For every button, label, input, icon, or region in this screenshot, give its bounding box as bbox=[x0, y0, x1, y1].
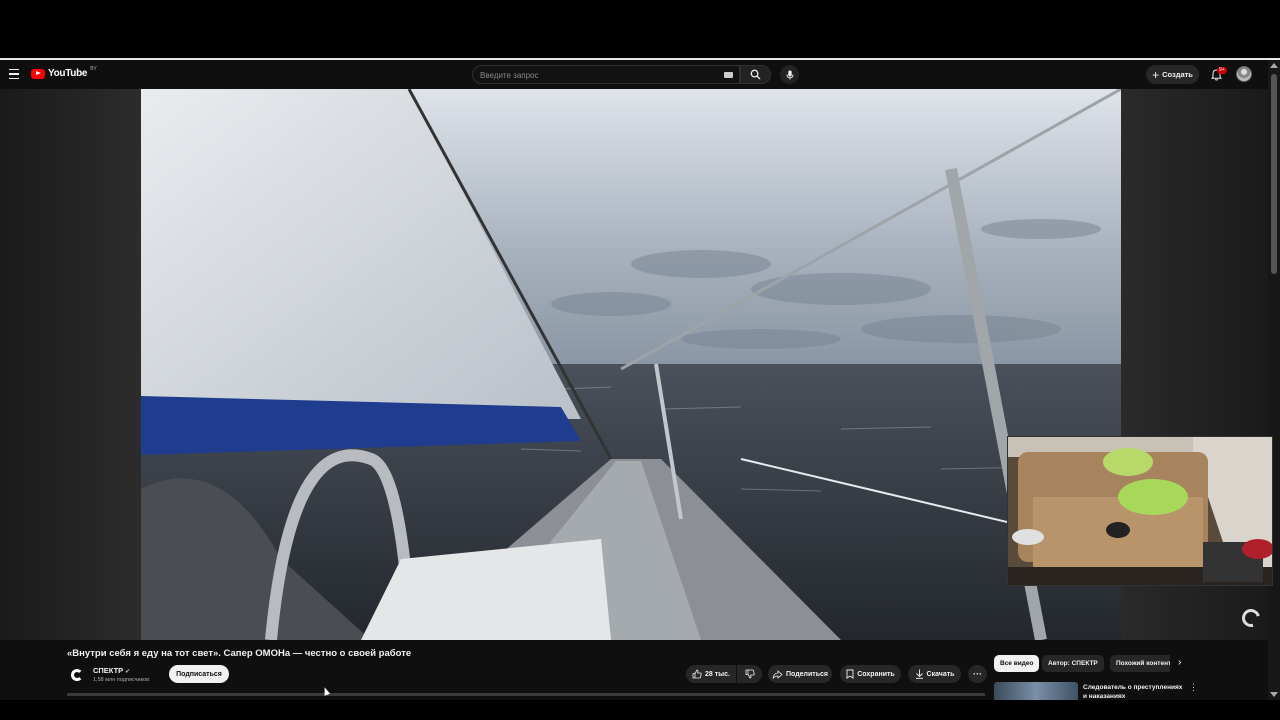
more-actions-button[interactable]: ··· bbox=[968, 665, 987, 683]
download-label: Скачать bbox=[926, 670, 955, 678]
page-scrollbar[interactable] bbox=[1268, 60, 1280, 700]
share-icon bbox=[772, 669, 783, 679]
video-player[interactable] bbox=[0, 89, 1273, 640]
youtube-logo[interactable]: YouTube BY bbox=[31, 65, 97, 79]
loading-spinner-icon bbox=[1238, 605, 1264, 631]
create-label: Создать bbox=[1162, 70, 1193, 79]
save-label: Сохранить bbox=[857, 670, 895, 678]
picture-in-picture-overlay[interactable] bbox=[1007, 436, 1273, 586]
recommendation-title[interactable]: Следователь о преступлениях bbox=[1083, 683, 1187, 692]
verified-icon: ✔ bbox=[125, 669, 131, 675]
save-button[interactable]: Сохранить bbox=[840, 665, 901, 683]
download-button[interactable]: Скачать bbox=[908, 665, 961, 683]
video-info-bar: «Внутри себя я еду на тот свет». Сапер О… bbox=[0, 640, 1268, 700]
chip-all-videos[interactable]: Все видео bbox=[994, 655, 1040, 672]
top-black-band bbox=[0, 0, 1280, 58]
video-title: «Внутри себя я еду на тот свет». Сапер О… bbox=[67, 648, 412, 659]
youtube-logo-icon bbox=[31, 68, 45, 79]
channel-logo-icon bbox=[70, 668, 83, 681]
menu-icon[interactable] bbox=[6, 66, 22, 82]
video-frame-image bbox=[141, 89, 1121, 640]
chip-related[interactable]: Похожий контент bbox=[1110, 655, 1170, 672]
download-icon bbox=[915, 669, 923, 679]
subscribe-button[interactable]: Подписаться bbox=[169, 665, 229, 683]
scroll-down-arrow-icon[interactable] bbox=[1270, 692, 1278, 697]
logo-country-code: BY bbox=[90, 65, 97, 72]
video-frame[interactable] bbox=[141, 89, 1121, 640]
channel-name[interactable]: СПЕКТР bbox=[93, 666, 123, 675]
search-button[interactable] bbox=[740, 65, 771, 84]
subscriber-count: 1,58 млн подписчиков bbox=[93, 677, 150, 683]
keyboard-icon[interactable] bbox=[724, 72, 733, 78]
recommendation-chips: Все видео Автор: СПЕКТР Похожий контент bbox=[994, 655, 1170, 673]
thumb-down-icon bbox=[745, 669, 755, 679]
thumb-up-icon bbox=[692, 669, 702, 679]
voice-search-button[interactable] bbox=[780, 65, 799, 84]
masthead: YouTube BY + Создать 9+ bbox=[0, 60, 1268, 89]
recommendation-menu-icon[interactable]: ⋮ bbox=[1189, 682, 1198, 693]
recommendation-thumbnail[interactable] bbox=[994, 682, 1078, 700]
channel-name-row[interactable]: СПЕКТР ✔ bbox=[93, 666, 130, 675]
create-button[interactable]: + Создать bbox=[1146, 65, 1199, 84]
like-count: 28 тыс. bbox=[705, 670, 730, 678]
search-input[interactable] bbox=[480, 69, 720, 81]
share-label: Поделиться bbox=[785, 670, 828, 678]
search-icon bbox=[750, 69, 761, 80]
dislike-button[interactable] bbox=[737, 665, 762, 683]
share-button[interactable]: Поделиться bbox=[768, 665, 832, 683]
channel-avatar[interactable] bbox=[67, 665, 86, 684]
chevron-right-icon[interactable]: › bbox=[1178, 657, 1181, 668]
logo-text: YouTube bbox=[48, 68, 88, 79]
bookmark-icon bbox=[846, 669, 854, 679]
plus-icon: + bbox=[1152, 67, 1160, 82]
scroll-thumb[interactable] bbox=[1271, 74, 1277, 274]
scroll-up-arrow-icon[interactable] bbox=[1270, 63, 1278, 68]
notification-badge: 9+ bbox=[1217, 67, 1227, 74]
notifications-button[interactable]: 9+ bbox=[1207, 65, 1227, 84]
page-divider bbox=[67, 693, 985, 696]
account-avatar[interactable] bbox=[1236, 66, 1252, 82]
recommendation-title-line2[interactable]: и наказаниях bbox=[1083, 693, 1187, 700]
chip-channel[interactable]: Автор: СПЕКТР bbox=[1042, 655, 1104, 672]
mic-icon bbox=[786, 70, 793, 80]
pip-image bbox=[1008, 437, 1272, 585]
search-box bbox=[472, 65, 740, 84]
bottom-black-band bbox=[0, 700, 1280, 720]
like-button[interactable]: 28 тыс. bbox=[686, 665, 736, 683]
screen: YouTube BY + Создать 9+ bbox=[0, 0, 1280, 720]
